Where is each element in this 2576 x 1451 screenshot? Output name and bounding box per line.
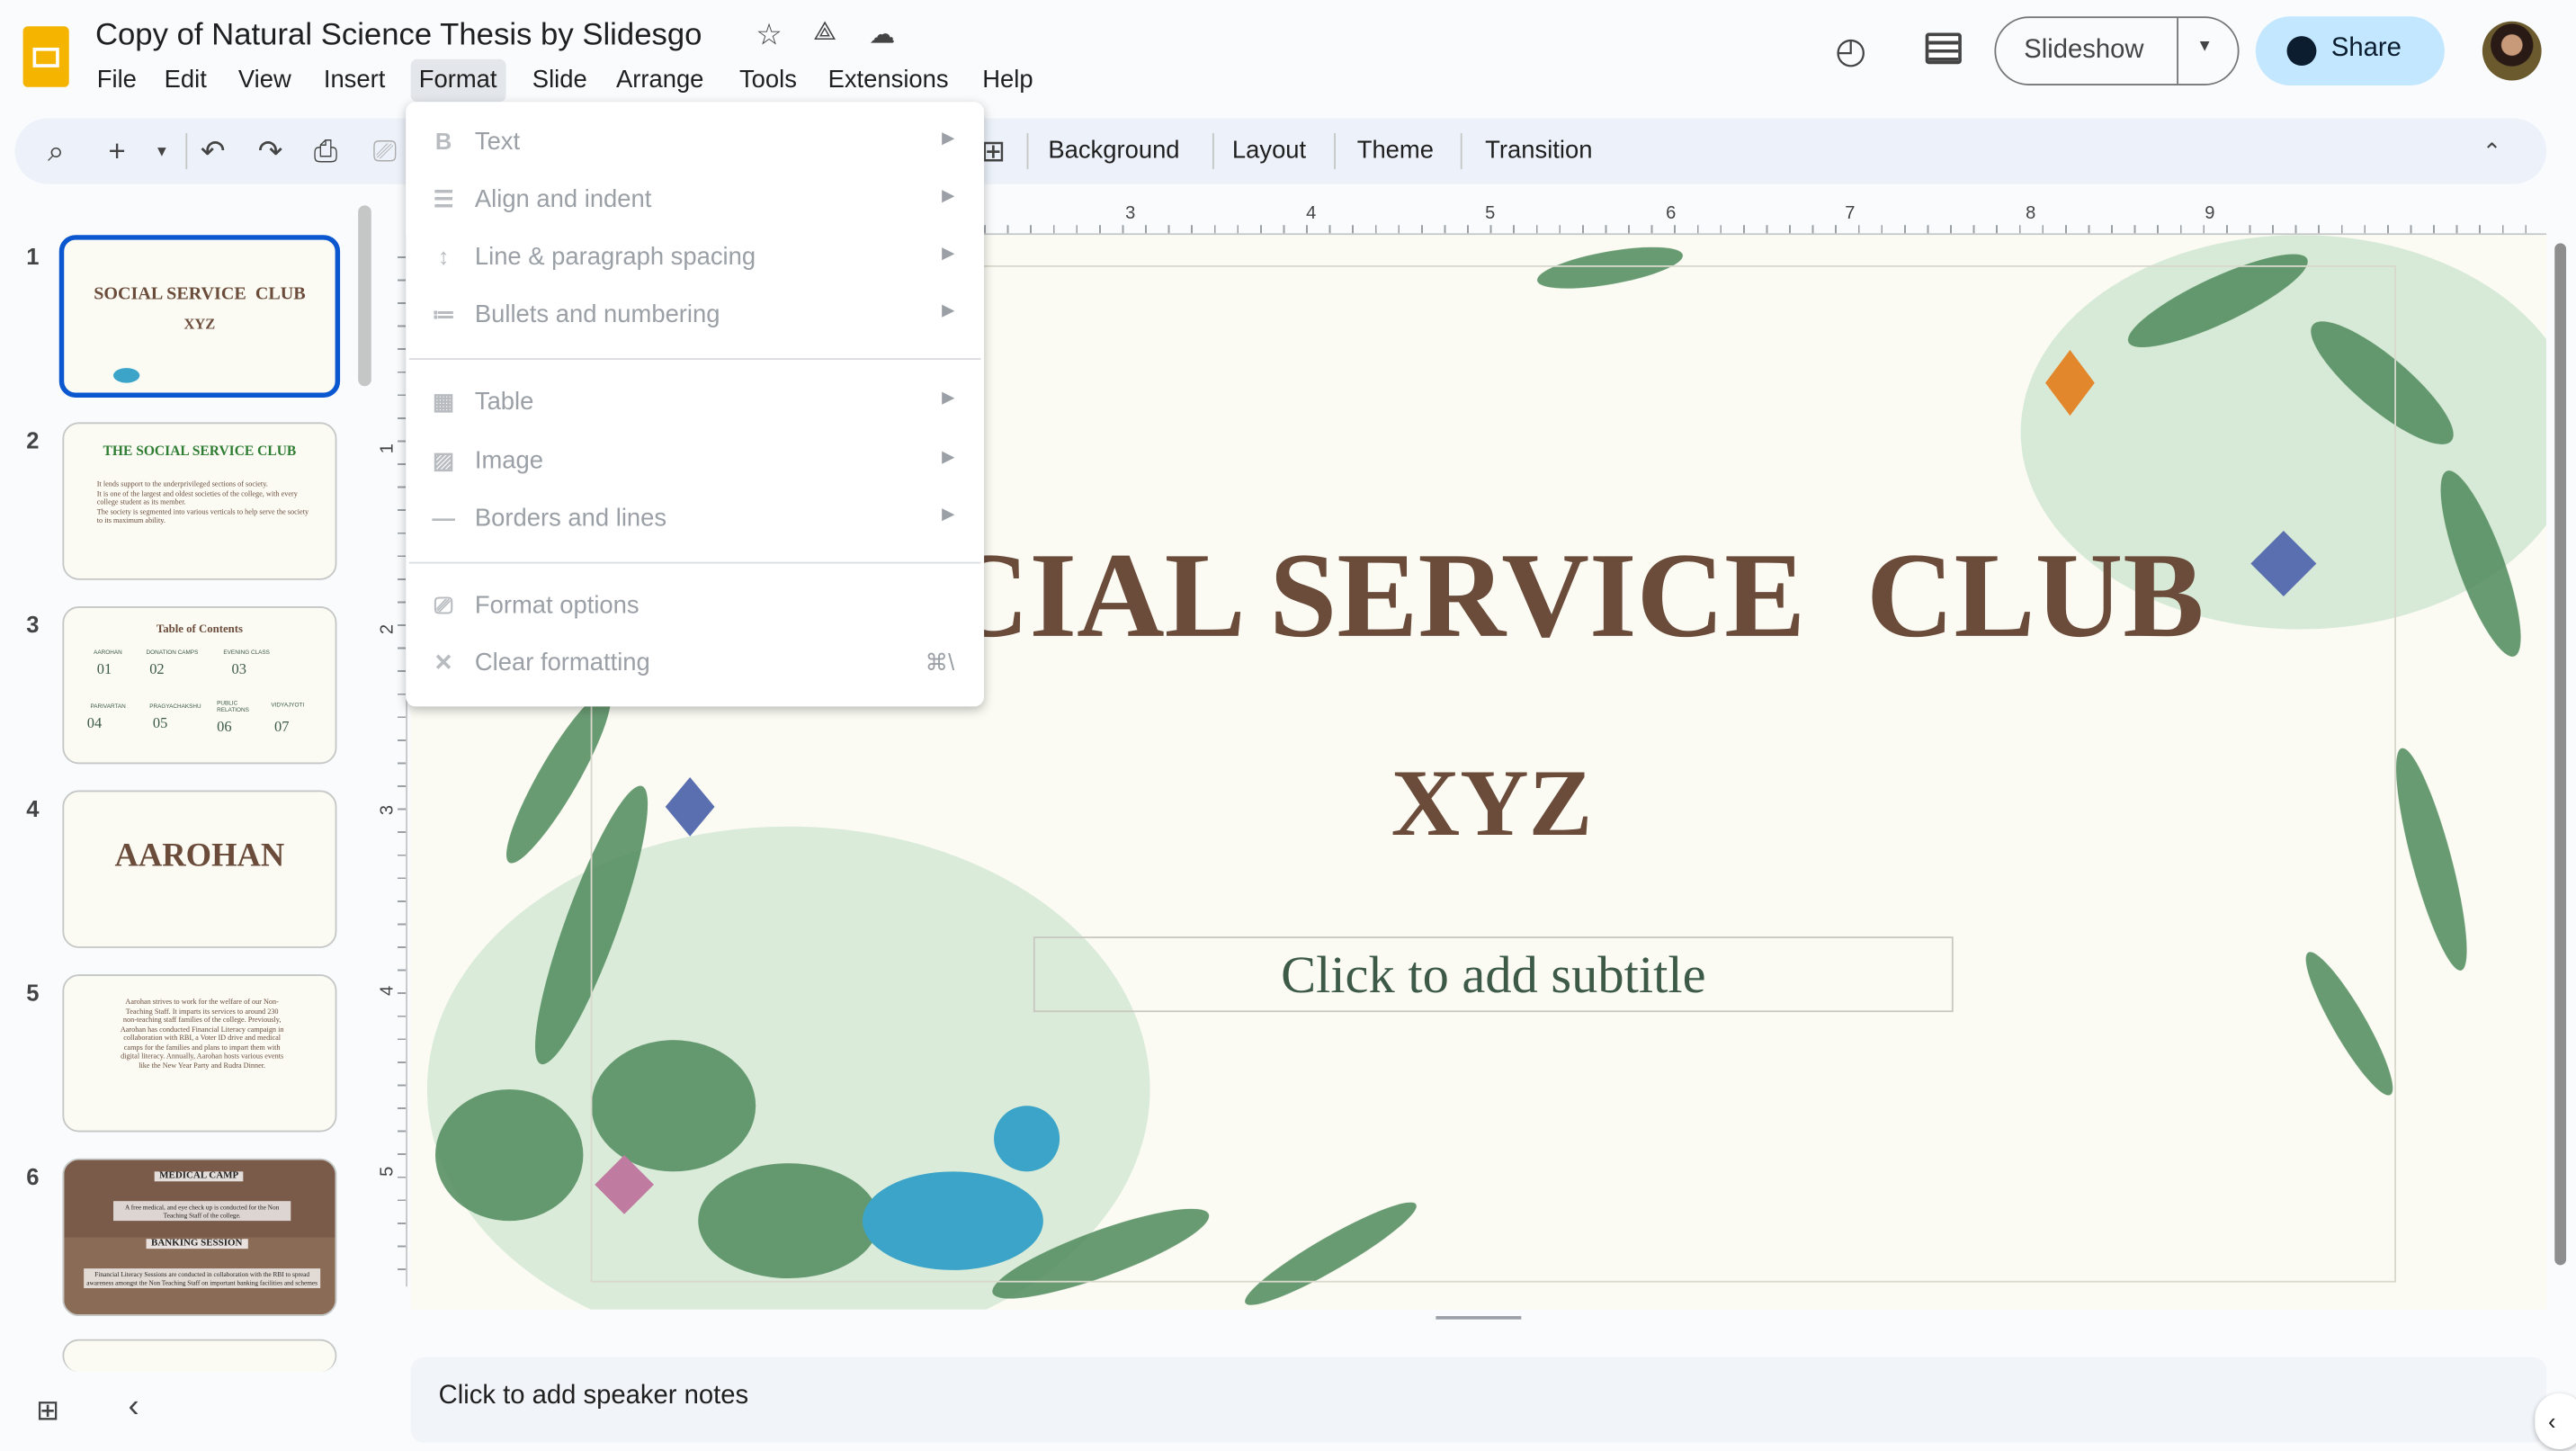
menu-item-line-spacing[interactable]: ↕ Line & paragraph spacing ▶: [406, 232, 984, 284]
insert-textbox-icon[interactable]: ⊞: [980, 131, 1006, 171]
cloud-saved-icon[interactable]: ☁: [869, 18, 895, 51]
slide-number: 6: [26, 1163, 40, 1190]
bullets-icon: ≔: [432, 300, 455, 327]
menu-divider: [408, 358, 981, 361]
share-label: Share: [2330, 34, 2402, 63]
menu-insert[interactable]: Insert: [316, 66, 394, 102]
clear-format-icon: ✕: [434, 649, 453, 676]
menu-format[interactable]: Format: [410, 58, 505, 103]
theme-button[interactable]: Theme: [1357, 135, 1434, 168]
border-line-icon: —: [432, 504, 455, 531]
menu-file[interactable]: File: [89, 66, 145, 102]
slide-number: 3: [26, 611, 40, 638]
undo-icon[interactable]: ↶: [201, 131, 226, 171]
new-slide-caret-icon[interactable]: ▼: [155, 131, 169, 171]
menu-view[interactable]: View: [230, 66, 300, 102]
bold-icon: B: [434, 128, 452, 155]
redo-icon[interactable]: ↷: [258, 131, 283, 171]
search-menus-icon[interactable]: ⌕: [48, 131, 64, 171]
print-icon[interactable]: ⎙: [314, 131, 337, 171]
menu-arrange[interactable]: Arrange: [608, 66, 712, 102]
menu-item-image[interactable]: ▨ Image ▶: [406, 435, 984, 488]
menu-item-borders-lines[interactable]: — Borders and lines ▶: [406, 493, 984, 545]
menu-item-align-indent[interactable]: ☰ Align and indent ▶: [406, 175, 984, 227]
slide-number: 1: [26, 243, 40, 270]
slides-editor: Copy of Natural Science Thesis by Slides…: [0, 0, 2576, 1451]
document-title[interactable]: Copy of Natural Science Thesis by Slides…: [95, 16, 702, 56]
share-button[interactable]: Share: [2255, 16, 2445, 85]
notes-resize-handle[interactable]: [1436, 1316, 1522, 1320]
toolbar: ⌕ + ▼ ↶ ↷ ⎙ ⎚ ⊞ Background Layout Theme …: [14, 118, 2547, 184]
slides-logo[interactable]: [22, 26, 69, 87]
menu-item-text[interactable]: B Text ▶: [406, 117, 984, 169]
canvas-scrollbar[interactable]: [2554, 243, 2567, 1266]
menu-tools[interactable]: Tools: [731, 66, 805, 102]
table-icon: ▦: [433, 388, 455, 415]
speaker-notes[interactable]: Click to add speaker notes: [410, 1357, 2547, 1443]
slide-thumbnail-6[interactable]: MEDICAL CAMP A free medical, and eye che…: [62, 1158, 337, 1317]
paint-format-icon[interactable]: ⎚: [373, 131, 397, 171]
background-button[interactable]: Background: [1048, 135, 1179, 168]
format-paint-icon: ⎚: [434, 591, 453, 618]
slide-thumbnail-2[interactable]: THE SOCIAL SERVICE CLUB It lends support…: [62, 422, 337, 580]
collapse-toolbar-icon[interactable]: ⌃: [2482, 131, 2501, 171]
comments-icon[interactable]: [1925, 32, 1962, 65]
menu-divider: [408, 561, 981, 564]
collapse-filmstrip-icon[interactable]: ‹: [128, 1388, 139, 1426]
shortcut-label: ⌘\: [925, 649, 955, 676]
menu-item-bullets[interactable]: ≔ Bullets and numbering ▶: [406, 289, 984, 341]
slideshow-label: Slideshow: [2024, 36, 2144, 65]
avatar[interactable]: [2482, 21, 2542, 81]
filmstrip-scrollbar[interactable]: [358, 205, 371, 387]
menu-extensions[interactable]: Extensions: [819, 66, 956, 102]
transition-button[interactable]: Transition: [1485, 135, 1592, 168]
slideshow-button[interactable]: Slideshow ▼: [1994, 16, 2240, 85]
slide-thumbnail-5[interactable]: Aarohan strives to work for the welfare …: [62, 974, 337, 1133]
image-icon: ▨: [433, 446, 455, 474]
line-spacing-icon: ↕: [437, 243, 450, 270]
grid-view-icon[interactable]: ⊞: [36, 1395, 59, 1429]
menu-item-format-options[interactable]: ⎚ Format options: [406, 580, 984, 632]
slide-number: 2: [26, 426, 40, 454]
move-to-drive-icon[interactable]: ⟁: [813, 18, 836, 48]
menu-slide[interactable]: Slide: [524, 66, 595, 102]
menu-item-table[interactable]: ▦ Table ▶: [406, 376, 984, 428]
subtitle-placeholder[interactable]: Click to add subtitle: [1033, 936, 1954, 1013]
layout-button[interactable]: Layout: [1232, 135, 1306, 168]
slide-thumbnail-7[interactable]: [62, 1339, 337, 1373]
indent-icon: ☰: [433, 185, 454, 212]
format-menu: B Text ▶ ☰ Align and indent ▶ ↕ Line & paragr…: [406, 102, 985, 707]
slide-thumbnail-1[interactable]: SOCIAL SERVICE CLUB XYZ: [58, 235, 341, 399]
side-panel-toggle-icon[interactable]: ‹: [2535, 1393, 2576, 1449]
slideshow-dropdown-caret-icon[interactable]: ▼: [2196, 38, 2213, 56]
slide-number: 4: [26, 795, 40, 822]
slide-thumbnail-3[interactable]: Table of Contents AAROHAN 01 DONATION CA…: [62, 605, 337, 765]
slide-thumbnail-4[interactable]: AAROHAN: [62, 790, 337, 948]
menu-item-clear-formatting[interactable]: ✕ Clear formatting ⌘\: [406, 638, 984, 690]
slide-subtitle-line[interactable]: XYZ: [411, 748, 2546, 857]
version-history-icon[interactable]: ◴: [1835, 30, 1866, 72]
globe-icon: [2286, 36, 2317, 67]
star-icon[interactable]: ☆: [756, 18, 782, 52]
vertical-ruler[interactable]: 1 2 3 4 5: [378, 235, 407, 1287]
menu-edit[interactable]: Edit: [157, 66, 215, 102]
slide-number: 5: [26, 979, 40, 1006]
new-slide-icon[interactable]: +: [109, 131, 126, 171]
menu-help[interactable]: Help: [974, 66, 1042, 102]
